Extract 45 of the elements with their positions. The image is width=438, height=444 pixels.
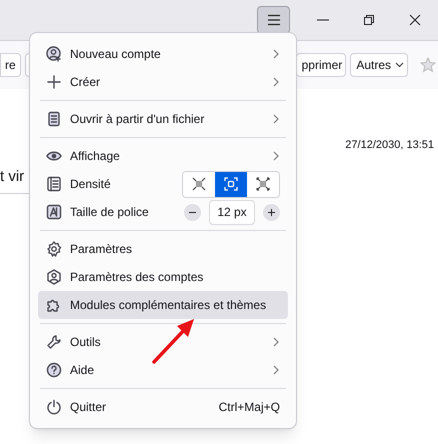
menu-item[interactable]: Paramètres des comptes [38, 263, 288, 291]
star-icon[interactable] [420, 57, 436, 73]
restore-icon [363, 14, 375, 26]
add-account-icon [46, 46, 62, 62]
power-icon [46, 399, 62, 415]
plus-icon [267, 208, 276, 216]
font-size-label: Taille de police [70, 204, 150, 221]
menu-icon [266, 14, 280, 26]
menu-item[interactable]: Affichage [38, 142, 288, 170]
normal-density-icon [224, 177, 238, 191]
menu-item[interactable]: Outils [38, 328, 288, 356]
decrease-button[interactable] [184, 204, 201, 220]
menu-item[interactable]: Ouvrir à partir d'un fichier [38, 105, 288, 133]
font-size-value: 12 px [209, 200, 255, 224]
density-label: Densité [70, 176, 112, 193]
menu-item[interactable]: Créer [38, 68, 288, 96]
wrench-icon [46, 334, 62, 350]
toolbar-button[interactable]: Autres [350, 53, 408, 77]
document-icon [46, 111, 62, 127]
menu-item[interactable]: Aide [38, 356, 288, 384]
caret-icon [395, 62, 404, 68]
list-icon [46, 176, 62, 192]
relaxed-icon [256, 177, 270, 191]
shortcut-label: Ctrl+Maj+Q [218, 399, 280, 416]
increase-button[interactable] [263, 204, 280, 220]
menu-item[interactable]: Nouveau compte [38, 40, 288, 68]
menu-item[interactable]: Modules complémentaires et thèmes [38, 291, 288, 319]
help-icon [46, 362, 62, 378]
account-settings-icon [46, 269, 62, 285]
plus-icon [46, 74, 62, 90]
toolbar-button[interactable]: re [0, 53, 21, 77]
compact-icon [192, 177, 206, 191]
minimize-icon [317, 19, 329, 21]
menu-item[interactable]: Quitter Ctrl+Maj+Q [38, 393, 288, 421]
message-date: 27/12/2030, 13:51 [345, 138, 434, 153]
density-option[interactable] [215, 172, 247, 196]
density-option[interactable] [247, 172, 279, 196]
settings-icon [46, 241, 62, 257]
font-icon [46, 204, 62, 220]
menu-item[interactable]: Paramètres [38, 235, 288, 263]
message-preview: t vir [0, 168, 24, 184]
puzzle-icon [46, 297, 62, 313]
menu-button[interactable] [257, 6, 290, 34]
toolbar-button[interactable]: pprimer [296, 53, 346, 77]
close-icon [409, 14, 421, 26]
